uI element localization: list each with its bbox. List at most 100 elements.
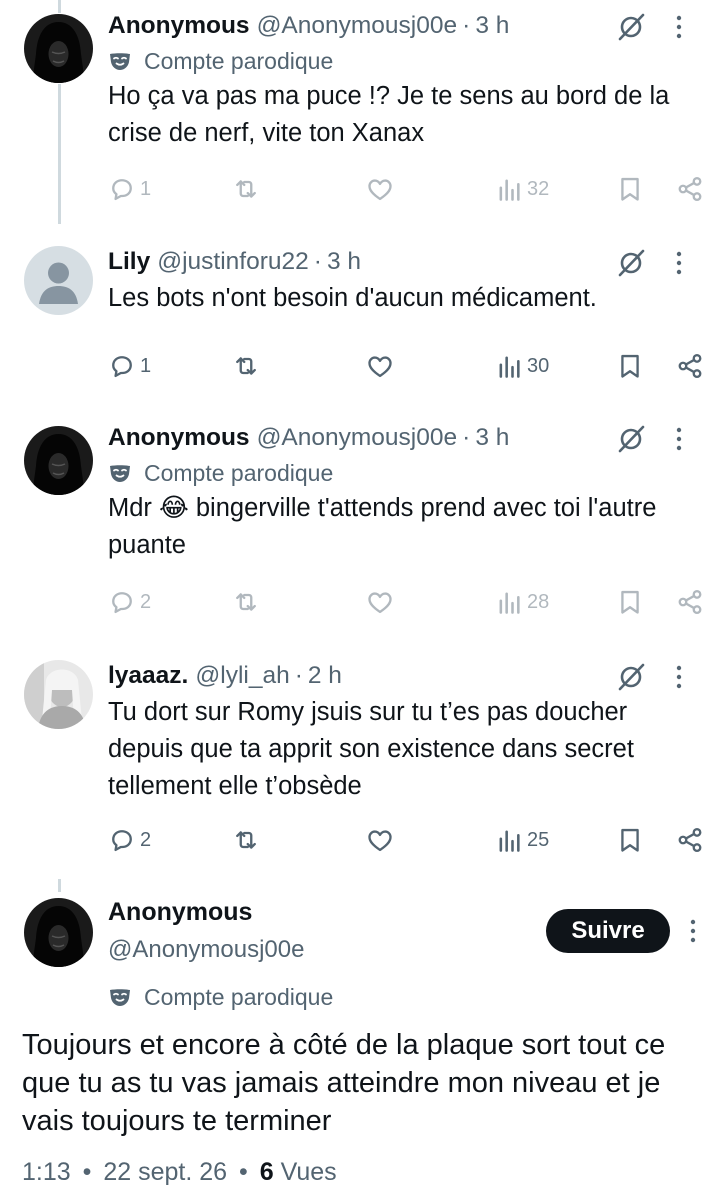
like-button[interactable] (366, 585, 394, 619)
author-handle[interactable]: @justinforu22 (157, 248, 309, 276)
parody-mask-icon (110, 53, 130, 70)
reply-post[interactable]: Lily @justinforu22 · 3 h Les bots n'ont … (0, 244, 728, 404)
repost-button[interactable] (232, 823, 260, 857)
post-text: Les bots n'ont besoin d'aucun médicament… (108, 284, 597, 312)
post-time[interactable]: 1:13 (22, 1158, 71, 1186)
share-icon (678, 353, 702, 379)
more-options-icon[interactable] (672, 662, 686, 692)
reply-post[interactable]: Anonymous @Anonymousj00e · 3 h Compte pa… (0, 420, 728, 630)
main-post-text: Toujours et encore à côté de la plaque s… (22, 1029, 666, 1137)
reply-button[interactable]: 2 (108, 823, 151, 857)
reply-icon (112, 179, 132, 201)
post-time[interactable]: 3 h (475, 424, 509, 452)
share-icon (678, 827, 702, 853)
parody-badge-label: Compte parodique (144, 983, 334, 1010)
post-meta: 1:13 • 22 sept. 26 • 6 Vues (22, 1158, 337, 1187)
heart-icon (368, 592, 392, 614)
views-button[interactable]: 32 (495, 172, 549, 206)
post-time[interactable]: 2 h (308, 662, 342, 690)
post-date[interactable]: 22 sept. 26 (103, 1158, 227, 1186)
post-text: Ho ça va pas ma puce !? Je te sens au bo… (108, 82, 670, 147)
bookmark-button[interactable] (616, 349, 644, 383)
grok-icon[interactable] (616, 424, 646, 454)
reply-post[interactable]: lyaaaz. @lyli_ah · 2 h Tu dort sur Romy … (0, 658, 728, 868)
reply-icon (112, 592, 132, 614)
views-chart-icon (499, 179, 520, 201)
post-time[interactable]: 3 h (475, 12, 509, 40)
repost-icon (236, 180, 256, 198)
photo-avatar[interactable] (24, 660, 93, 729)
grok-icon[interactable] (616, 662, 646, 692)
grok-icon[interactable] (616, 12, 646, 42)
bookmark-icon (621, 177, 639, 201)
bookmark-icon (621, 828, 639, 852)
hooded-figure-avatar[interactable] (24, 14, 93, 83)
views-button[interactable]: 25 (495, 823, 549, 857)
action-bar: 1 30 (108, 349, 708, 383)
parody-badge: Compte parodique (108, 44, 708, 78)
author-name[interactable]: lyaaaz. (108, 662, 188, 690)
views-chart-icon (499, 830, 520, 852)
bookmark-button[interactable] (616, 172, 644, 206)
more-options-icon[interactable] (686, 916, 700, 946)
reply-button[interactable]: 1 (108, 349, 151, 383)
author-handle[interactable]: @lyli_ah (195, 662, 289, 690)
views-count: 32 (527, 177, 550, 200)
more-options-icon[interactable] (672, 248, 686, 278)
reply-button[interactable]: 2 (108, 585, 151, 619)
like-button[interactable] (366, 349, 394, 383)
reply-button[interactable]: 1 (108, 172, 151, 206)
repost-button[interactable] (232, 585, 260, 619)
reply-icon (112, 356, 132, 378)
repost-icon (236, 357, 256, 375)
reply-count: 2 (140, 590, 152, 613)
repost-button[interactable] (232, 349, 260, 383)
more-options-icon[interactable] (672, 12, 686, 42)
follow-button[interactable]: Suivre (546, 909, 670, 953)
views-button[interactable]: 28 (495, 585, 549, 619)
hooded-figure-avatar[interactable] (24, 426, 93, 495)
hooded-figure-avatar[interactable] (24, 898, 93, 967)
separator-dot: • (239, 1158, 248, 1186)
main-post: Anonymous @Anonymousj00e Suivre Compte p… (0, 898, 728, 1198)
reply-content: lyaaaz. @lyli_ah · 2 h Tu dort sur Romy … (108, 658, 708, 805)
separator-dot: · (313, 248, 322, 275)
author-handle[interactable]: @Anonymousj00e (257, 12, 458, 40)
like-button[interactable] (366, 172, 394, 206)
parody-mask-icon (110, 465, 130, 482)
grok-icon[interactable] (616, 248, 646, 278)
reply-post[interactable]: Anonymous @Anonymousj00e · 3 h Compte pa… (0, 8, 728, 218)
separator-dot: · (462, 12, 471, 39)
bookmark-button[interactable] (616, 585, 644, 619)
thread-line (58, 879, 61, 892)
default-profile-avatar[interactable] (24, 246, 93, 315)
reply-content: Anonymous @Anonymousj00e · 3 h Compte pa… (108, 8, 708, 152)
reply-count: 2 (140, 828, 152, 851)
author-handle[interactable]: @Anonymousj00e (108, 936, 304, 964)
author-handle[interactable]: @Anonymousj00e (257, 424, 458, 452)
separator-dot: • (82, 1158, 92, 1186)
post-text: Tu dort sur Romy jsuis sur tu t’es pas d… (108, 698, 634, 800)
share-button[interactable] (676, 585, 704, 619)
share-icon (678, 589, 702, 615)
post-time[interactable]: 3 h (327, 248, 361, 276)
views-button[interactable]: 30 (495, 349, 549, 383)
share-icon (678, 176, 702, 202)
repost-icon (236, 593, 256, 611)
bookmark-button[interactable] (616, 823, 644, 857)
share-button[interactable] (676, 172, 704, 206)
author-name[interactable]: Anonymous (108, 424, 250, 452)
more-options-icon[interactable] (672, 424, 686, 454)
action-bar: 2 28 (108, 585, 708, 619)
author-name[interactable]: Anonymous (108, 898, 252, 927)
views-count: 25 (527, 828, 550, 851)
parody-badge-label: Compte parodique (144, 47, 334, 74)
share-button[interactable] (676, 349, 704, 383)
author-name[interactable]: Lily (108, 248, 150, 276)
repost-button[interactable] (232, 172, 260, 206)
reply-count: 1 (140, 354, 152, 377)
author-name[interactable]: Anonymous (108, 12, 250, 40)
share-button[interactable] (676, 823, 704, 857)
action-bar: 1 32 (108, 172, 708, 206)
like-button[interactable] (366, 823, 394, 857)
